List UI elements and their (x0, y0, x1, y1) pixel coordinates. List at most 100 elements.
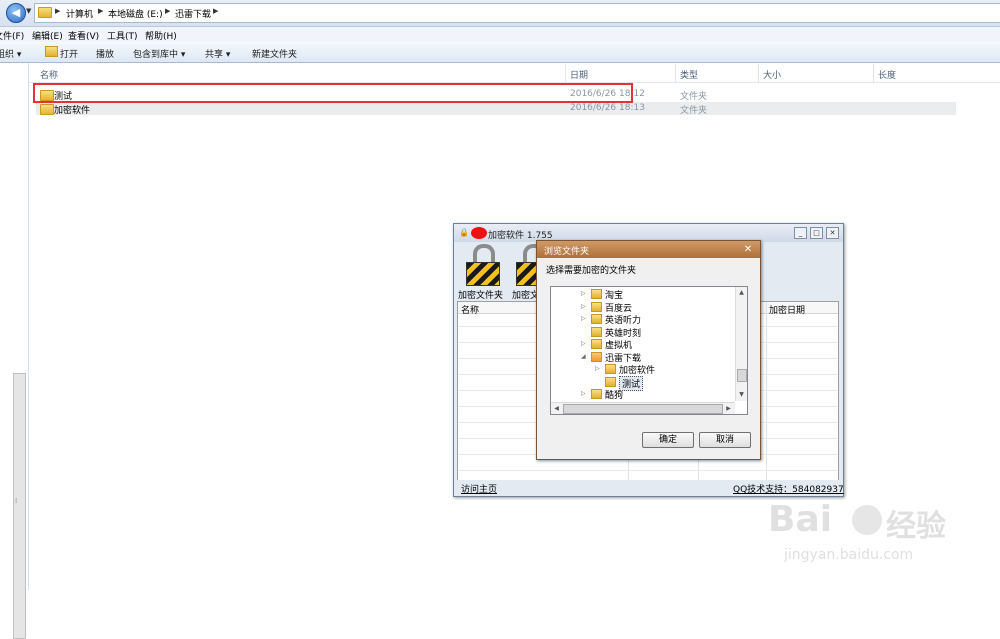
nav-scrollbar[interactable] (13, 373, 26, 639)
column-divider[interactable] (758, 64, 759, 82)
scroll-thumb[interactable] (737, 369, 747, 382)
open-folder-icon (45, 46, 58, 57)
scroll-down-icon[interactable]: ▼ (737, 390, 746, 399)
column-divider[interactable] (873, 64, 874, 82)
column-type[interactable]: 类型 (680, 68, 698, 81)
splitter-grip-icon[interactable]: ⁞ (15, 497, 17, 505)
new-folder-button[interactable]: 新建文件夹 (252, 47, 297, 60)
tree-item[interactable]: ▷ 酷狗 (551, 387, 735, 401)
folder-icon (591, 351, 602, 362)
column-date[interactable]: 日期 (570, 68, 588, 81)
file-type: 文件夹 (680, 92, 708, 102)
expand-toggle-icon[interactable]: ◢ (581, 353, 586, 360)
home-link[interactable]: 访问主页 (461, 482, 497, 495)
folder-tree-items: ▷淘宝▷百度云▷英语听力英雄时刻▷虚拟机◢迅雷下载▷加密软件测试▷酷狗▷阿里旺旺 (551, 287, 735, 402)
folder-icon (591, 389, 602, 399)
app-lock-icon: 🔒 (459, 228, 469, 237)
ok-button[interactable]: 确定 (642, 432, 694, 448)
list-column-name[interactable]: 名称 (461, 303, 479, 316)
breadcrumb-item[interactable]: 本地磁盘 (E:) (108, 7, 163, 20)
dialog-title: 浏览文件夹 (544, 247, 590, 257)
command-bar: 组织 ▾ 打开 播放 包含到库中 ▾ 共享 ▾ 新建文件夹 (0, 42, 1000, 63)
expand-toggle-icon[interactable]: ▷ (581, 340, 586, 347)
file-name: 加密软件 (54, 106, 91, 116)
cancel-button[interactable]: 取消 (699, 432, 751, 448)
folder-icon (591, 314, 602, 324)
watermark-brand: Bai (768, 499, 833, 540)
tree-item[interactable]: ▷ 虚拟机 (551, 337, 735, 351)
expand-toggle-icon[interactable]: ▷ (581, 290, 586, 297)
breadcrumb-item[interactable]: 计算机 (66, 7, 93, 20)
chevron-right-icon[interactable]: ▶ (165, 7, 170, 15)
folder-icon (40, 104, 54, 115)
padlock-icon (466, 244, 500, 286)
play-button[interactable]: 播放 (96, 47, 114, 60)
chevron-right-icon[interactable]: ▶ (98, 7, 103, 15)
share-button[interactable]: 共享 ▾ (205, 47, 230, 60)
folder-icon (591, 289, 602, 299)
column-name[interactable]: 名称 (40, 68, 58, 81)
folder-icon (605, 364, 616, 374)
maximize-button[interactable]: □ (810, 227, 823, 239)
column-divider[interactable] (565, 64, 566, 82)
file-type: 文件夹 (680, 106, 708, 116)
encrypt-file-label: 加密文 (512, 291, 540, 300)
folder-icon (591, 301, 602, 312)
folder-icon (591, 326, 602, 337)
organize-button[interactable]: 组织 ▾ (0, 47, 21, 60)
expand-toggle-icon[interactable]: ▷ (581, 315, 586, 322)
chevron-right-icon[interactable]: ▶ (55, 7, 60, 15)
support-link[interactable]: QQ技术支持：584082937 (733, 482, 844, 495)
menu-view[interactable]: 查看(V) (68, 29, 99, 42)
recent-dropdown-icon[interactable]: ▼ (26, 7, 31, 15)
tree-item[interactable]: ▷ 英语听力 (551, 312, 735, 326)
menu-tools[interactable]: 工具(T) (107, 29, 138, 42)
minimize-button[interactable]: _ (794, 227, 807, 239)
back-button[interactable]: ◀ (6, 3, 26, 23)
column-header-row (29, 63, 1000, 83)
navigation-pane[interactable]: ⁞ (0, 63, 29, 639)
expand-toggle-icon[interactable]: ▷ (581, 390, 586, 397)
file-date: 2016/6/26 18:13 (570, 103, 645, 113)
browse-folder-dialog[interactable]: 浏览文件夹 ✕ 选择需要加密的文件夹 ▷ 淘宝 ▷ 百度云 ▷ 英语听力 英雄时刻 ▷ 虚拟机 ◢… (536, 240, 761, 460)
open-button[interactable]: 打开 (60, 47, 78, 60)
menu-edit[interactable]: 编辑(E) (32, 29, 63, 42)
column-size[interactable]: 大小 (763, 68, 781, 81)
tree-item[interactable]: ▷ 淘宝 (551, 287, 735, 301)
tree-item[interactable]: ◢ 迅雷下载 (551, 350, 735, 364)
menu-file[interactable]: 文件(F) (0, 29, 24, 42)
folder-icon (591, 339, 602, 349)
redaction-mark (471, 227, 487, 239)
tree-item-selected[interactable]: 测试 (551, 375, 735, 391)
folder-tree[interactable]: ▷淘宝▷百度云▷英语听力英雄时刻▷虚拟机◢迅雷下载▷加密软件测试▷酷狗▷阿里旺旺… (550, 286, 748, 415)
list-column-date[interactable]: 加密日期 (769, 303, 805, 316)
dialog-title-bar[interactable]: 浏览文件夹 ✕ (537, 241, 760, 258)
highlight-annotation (33, 83, 633, 103)
menu-bar: 文件(F) 编辑(E) 查看(V) 工具(T) 帮助(H) (0, 27, 1000, 42)
breadcrumb[interactable]: ▶ 计算机 ▶ 本地磁盘 (E:) ▶ 迅雷下载 ▶ (34, 3, 1000, 23)
column-divider[interactable] (675, 64, 676, 82)
address-bar: ◀ ▼ ▶ 计算机 ▶ 本地磁盘 (E:) ▶ 迅雷下载 ▶ (0, 0, 1000, 27)
column-length[interactable]: 长度 (878, 68, 896, 81)
expand-toggle-icon[interactable]: ▷ (595, 365, 600, 372)
chevron-right-icon[interactable]: ▶ (213, 7, 218, 15)
tree-item[interactable]: 英雄时刻 (551, 325, 735, 339)
scroll-right-icon[interactable]: ▶ (724, 404, 733, 413)
tree-horizontal-scrollbar[interactable]: ◀ ▶ (551, 402, 735, 414)
dialog-close-button[interactable]: ✕ (742, 244, 754, 255)
encrypt-folder-button[interactable]: 加密文件夹 (458, 244, 506, 301)
scroll-up-icon[interactable]: ▲ (737, 288, 746, 297)
close-button[interactable]: ✕ (826, 227, 839, 239)
expand-toggle-icon[interactable]: ▷ (581, 303, 586, 310)
include-library-button[interactable]: 包含到库中 ▾ (133, 47, 185, 60)
scroll-left-icon[interactable]: ◀ (552, 404, 561, 413)
tree-item[interactable]: ▷ 百度云 (551, 300, 735, 314)
file-row[interactable]: 加密软件 2016/6/26 18:13 文件夹 (36, 102, 956, 116)
paw-logo-icon (852, 505, 882, 535)
menu-help[interactable]: 帮助(H) (145, 29, 177, 42)
tree-item[interactable]: ▷ 加密软件 (551, 362, 735, 376)
scroll-thumb[interactable] (563, 404, 723, 414)
folder-icon (605, 376, 616, 387)
tree-vertical-scrollbar[interactable]: ▲ ▼ (735, 287, 747, 401)
breadcrumb-item[interactable]: 迅雷下载 (175, 7, 211, 20)
